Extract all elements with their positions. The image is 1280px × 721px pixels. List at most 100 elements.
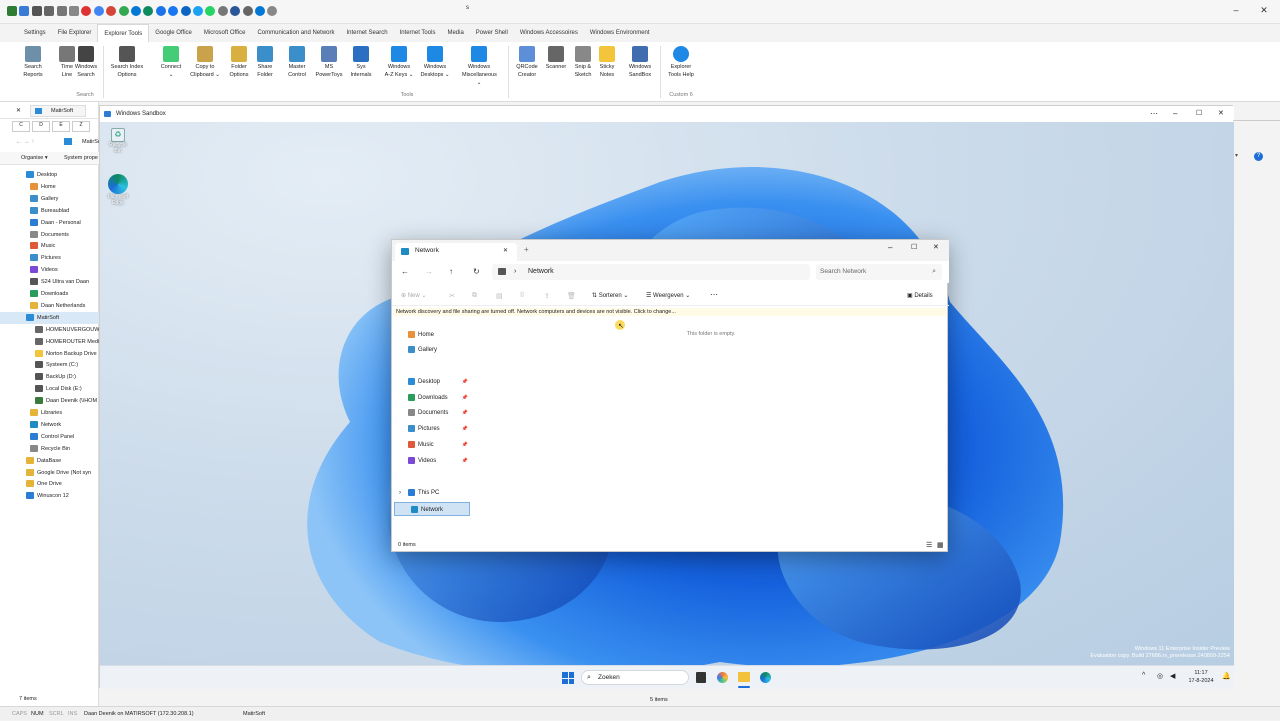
minimize-icon[interactable]: – xyxy=(1222,0,1250,20)
tab-google-office[interactable]: Google Office xyxy=(149,24,198,42)
tree-item-gallery[interactable]: Gallery xyxy=(0,193,99,205)
pin-icon[interactable]: 📌 xyxy=(462,406,468,420)
chevron-down-icon[interactable]: ▾ xyxy=(1235,152,1238,159)
close-icon[interactable]: ✕ xyxy=(1250,0,1278,20)
tree-item-norton-backup-drive[interactable]: Norton Backup Drive xyxy=(0,348,99,360)
tree-item-winuscon-12[interactable]: Winuscon 12 xyxy=(0,490,99,502)
paste-icon[interactable]: ▤ xyxy=(496,292,503,300)
forward-icon[interactable]: → xyxy=(425,267,433,276)
ribbon-button-windows-11[interactable]: Windows A-Z Keys ⌄ xyxy=(382,44,416,79)
gmail-icon[interactable] xyxy=(106,6,117,16)
settings-tab[interactable]: Settings xyxy=(18,24,52,42)
tab-network[interactable]: Network ✕ xyxy=(395,243,517,261)
pin-icon[interactable]: 📌 xyxy=(462,422,468,436)
close-icon[interactable]: ✕ xyxy=(933,243,939,251)
start-icon[interactable] xyxy=(562,672,574,684)
tree-item-homerouter-medi[interactable]: HOMEROUTER Medi xyxy=(0,336,99,348)
nav-arrows[interactable]: ← → ↑ xyxy=(16,139,34,145)
volume-icon[interactable]: ◀ xyxy=(1170,672,1175,680)
maximize-icon[interactable]: ☐ xyxy=(911,243,917,251)
layout-icon[interactable] xyxy=(56,6,67,16)
tab-internet-search[interactable]: Internet Search xyxy=(341,24,394,42)
edge-icon[interactable] xyxy=(143,6,154,16)
image-icon[interactable] xyxy=(267,6,278,16)
store-icon[interactable] xyxy=(131,6,141,16)
nav-item-gallery[interactable]: Gallery xyxy=(392,343,470,357)
back-icon[interactable]: ← xyxy=(401,267,409,276)
tree-item-systeem-c[interactable]: Systeem (C:) xyxy=(0,359,99,371)
pin-icon[interactable]: 📌 xyxy=(462,375,468,389)
drive-c-button[interactable]: C xyxy=(12,121,30,132)
nav-item-desktop[interactable]: Desktop 📌 xyxy=(392,375,470,389)
tab-explorer-tools[interactable]: Explorer Tools xyxy=(97,24,150,42)
edge-icon[interactable] xyxy=(760,672,771,683)
tab-internet-tools[interactable]: Internet Tools xyxy=(394,24,442,42)
search-input[interactable]: Search Network ⌕ xyxy=(816,264,942,280)
tree-item-s24-ultra-van-daan[interactable]: S24 Ultra van Daan xyxy=(0,276,99,288)
ribbon-button-master-8[interactable]: Master Control xyxy=(280,44,314,79)
tree-item-daan-netherlands[interactable]: Daan Netherlands xyxy=(0,300,99,312)
tree-item-libraries[interactable]: Libraries xyxy=(0,407,99,419)
new-button[interactable]: ⊕ New ⌄ xyxy=(401,292,426,299)
tree-item-matirsoft[interactable]: MatirSoft xyxy=(0,311,99,324)
tab-communication-network[interactable]: Communication and Network xyxy=(251,24,340,42)
ribbon-button-search-index-3[interactable]: Search Index Options xyxy=(110,44,144,79)
ribbon-button-copy-to-5[interactable]: Copy to Clipboard ⌄ xyxy=(188,44,222,79)
ribbon-button-sticky-17[interactable]: Sticky Notes xyxy=(590,44,624,79)
minimize-icon[interactable]: – xyxy=(888,243,892,252)
google-icon[interactable] xyxy=(93,6,104,16)
tab-windows-accessoires[interactable]: Windows Accessoires xyxy=(514,24,584,42)
ribbon-button-windows-12[interactable]: Windows Desktops ⌄ xyxy=(418,44,452,79)
view-icon[interactable] xyxy=(44,6,55,16)
clip-icon[interactable] xyxy=(242,6,253,16)
tree-item-bureaublad[interactable]: Bureaublad xyxy=(0,205,99,217)
tab-media[interactable]: Media xyxy=(441,24,469,42)
view-button[interactable]: ☰ Weergeven ⌄ xyxy=(646,292,690,299)
desktop-icon-edge[interactable]: Microsoft Edge xyxy=(104,174,132,206)
ribbon-button-sys-10[interactable]: Sys Internals xyxy=(344,44,378,79)
window-icon[interactable] xyxy=(31,6,42,16)
close-tab-icon[interactable]: ✕ xyxy=(16,107,21,114)
tree-item-local-disk-e[interactable]: Local Disk (E:) xyxy=(0,383,99,395)
ribbon-button-explorer-19[interactable]: Explorer Tools Help xyxy=(664,44,698,79)
tree-item-one-drive[interactable]: One Drive xyxy=(0,478,99,490)
refresh-icon[interactable]: ↻ xyxy=(473,267,480,276)
network-icon[interactable]: ◎ xyxy=(1157,672,1163,680)
facebook-icon[interactable] xyxy=(168,6,179,16)
copy-icon[interactable]: ⧉ xyxy=(472,292,477,300)
tree-item-music[interactable]: Music xyxy=(0,240,99,252)
tree-item-google-drive-not-syn[interactable]: Google Drive (Not syn xyxy=(0,467,99,479)
help-icon[interactable]: ? xyxy=(1254,152,1263,161)
tree-item-homenuvergouw[interactable]: HOMENUVERGOUW xyxy=(0,324,99,336)
share-icon[interactable]: ⇪ xyxy=(544,292,550,300)
nav-item-pictures[interactable]: Pictures 📌 xyxy=(392,422,470,436)
app-icon[interactable] xyxy=(7,6,17,16)
twitter-icon[interactable] xyxy=(193,6,203,16)
tree-item-control-panel[interactable]: Control Panel xyxy=(0,431,99,443)
drive-d-button[interactable]: D xyxy=(32,121,50,132)
minimize-icon[interactable]: – xyxy=(1173,106,1177,122)
organise-button[interactable]: Organise ▾ xyxy=(21,155,48,161)
nav-item-videos[interactable]: Videos 📌 xyxy=(392,454,470,468)
ribbon-button-ms-9[interactable]: MS PowerToys xyxy=(312,44,346,79)
tree-item-backup-d[interactable]: BackUp (D:) xyxy=(0,371,99,383)
tree-item-pictures[interactable]: Pictures xyxy=(0,252,99,264)
details-view-icon[interactable]: ☰ xyxy=(926,541,932,549)
notification-bell-icon[interactable]: 🔔 xyxy=(1222,672,1231,680)
ribbon-button-windows-2[interactable]: Windows Search xyxy=(69,44,103,79)
tree-item-recycle-bin[interactable]: Recycle Bin xyxy=(0,443,99,455)
nav-item-music[interactable]: Music 📌 xyxy=(392,438,470,452)
folder-icon[interactable] xyxy=(19,6,30,16)
tab-file-explorer[interactable]: File Explorer xyxy=(52,24,98,42)
tree-item-home[interactable]: Home xyxy=(0,181,99,193)
close-icon[interactable]: ✕ xyxy=(1218,106,1224,122)
linkedin-icon[interactable] xyxy=(180,6,191,16)
cloud-icon[interactable] xyxy=(255,6,265,16)
tab-power-shell[interactable]: Power Shell xyxy=(470,24,514,42)
rename-icon[interactable]: ⌷ xyxy=(520,292,524,300)
sort-button[interactable]: ⇅ Sorteren ⌄ xyxy=(592,292,628,299)
system-properties-button[interactable]: System prope xyxy=(64,155,98,161)
drive-icon[interactable] xyxy=(118,6,129,16)
ribbon-button-search-0[interactable]: Search Reports xyxy=(16,44,50,79)
whatsapp-icon[interactable] xyxy=(205,6,216,16)
